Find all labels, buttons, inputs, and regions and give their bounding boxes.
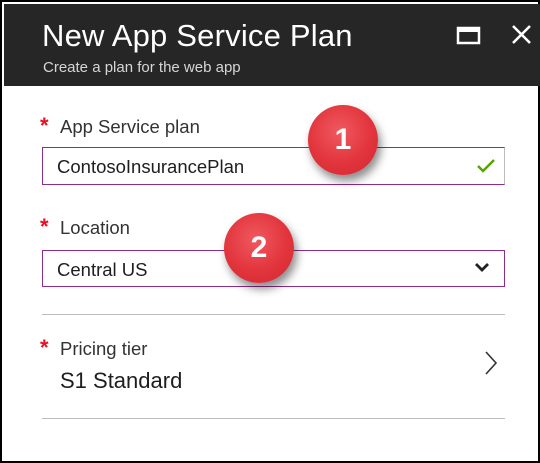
required-marker: * [40,113,49,138]
pricing-tier-label: Pricing tier [60,338,148,359]
divider [42,418,505,419]
callout-1: 1 [308,105,378,175]
blade-header: New App Service Plan Create a plan for t… [4,4,540,86]
app-service-plan-input[interactable]: ContosoInsurancePlan [42,147,505,185]
blade-subtitle: Create a plan for the web app [43,59,241,76]
blade-title: New App Service Plan [42,18,353,53]
app-service-plan-value: ContosoInsurancePlan [57,156,245,177]
required-marker: * [40,214,49,239]
location-value: Central US [57,259,148,280]
close-icon [512,25,531,44]
check-icon [477,159,495,173]
app-service-plan-label: App Service plan [60,116,200,137]
close-button[interactable] [507,20,537,50]
chevron-right-icon [485,351,498,375]
maximize-button[interactable] [454,20,484,50]
divider [42,314,505,315]
location-label: Location [60,217,130,238]
required-marker: * [40,335,49,360]
maximize-icon [456,26,481,45]
chevron-down-icon [475,263,489,272]
pricing-tier-value: S1 Standard [60,368,183,393]
app-service-plan-blade: New App Service Plan Create a plan for t… [0,0,540,463]
callout-2: 2 [224,213,294,283]
